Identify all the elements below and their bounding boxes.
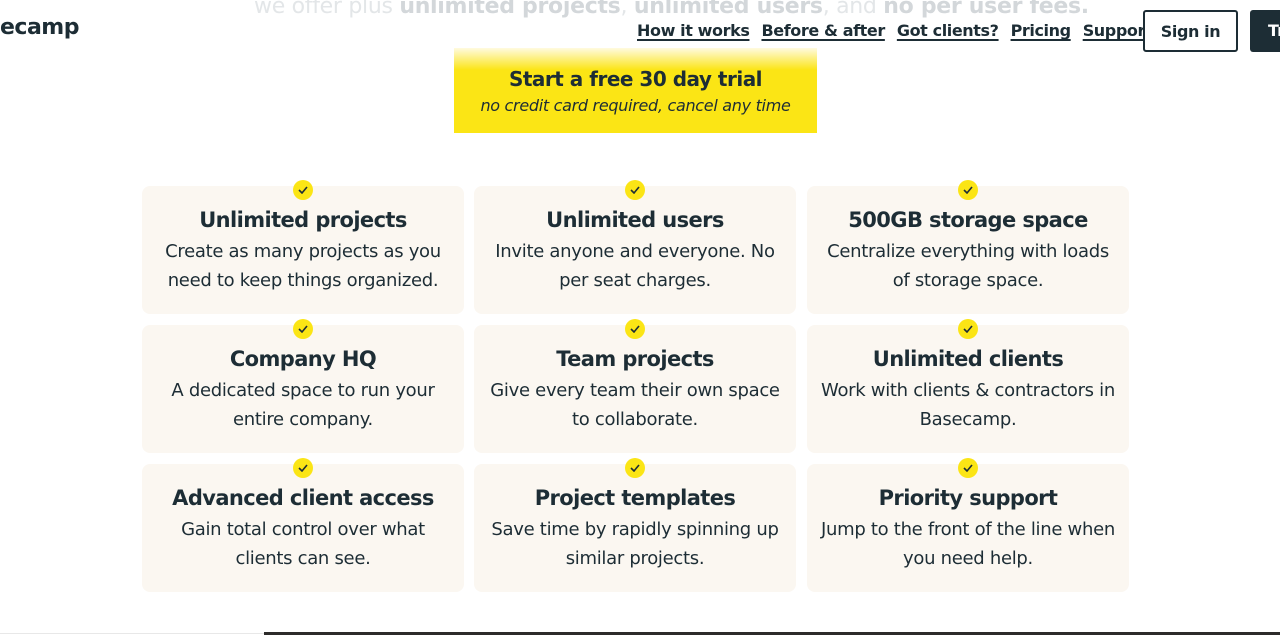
cta-subtitle: no credit card required, cancel any time <box>480 96 791 115</box>
feature-card: Unlimited projects Create as many projec… <box>142 180 464 314</box>
main-nav: How it works Before & after Got clients?… <box>637 21 1153 40</box>
nav-before-after[interactable]: Before & after <box>761 21 885 40</box>
feature-card: Advanced client access Gain total contro… <box>142 458 464 592</box>
check-icon <box>625 458 645 478</box>
try-button[interactable]: Try <box>1250 10 1280 52</box>
feature-title: Company HQ <box>229 347 377 371</box>
nav-how-it-works[interactable]: How it works <box>637 21 750 40</box>
nav-got-clients[interactable]: Got clients? <box>897 21 999 40</box>
feature-desc: A dedicated space to run your entire com… <box>171 380 435 430</box>
check-icon <box>625 180 645 200</box>
feature-title: Unlimited users <box>546 208 724 232</box>
feature-title: Project templates <box>534 486 736 510</box>
feature-title: Advanced client access <box>172 486 434 510</box>
feature-card: Team projects Give every team their own … <box>474 319 796 453</box>
divider <box>0 633 264 634</box>
feature-card: Company HQ A dedicated space to run your… <box>142 319 464 453</box>
cta-title: Start a free 30 day trial <box>508 67 763 91</box>
check-icon <box>625 319 645 339</box>
feature-desc: Save time by rapidly spinning up similar… <box>491 519 779 569</box>
nav-support[interactable]: Support <box>1083 21 1153 40</box>
check-icon <box>293 319 313 339</box>
sign-in-button[interactable]: Sign in <box>1143 10 1238 52</box>
feature-card: Project templates Save time by rapidly s… <box>474 458 796 592</box>
check-icon <box>293 180 313 200</box>
check-icon <box>293 458 313 478</box>
feature-card: Unlimited clients Work with clients & co… <box>807 319 1129 453</box>
feature-desc: Work with clients & contractors in Basec… <box>821 380 1115 430</box>
feature-title: 500GB storage space <box>848 208 1088 232</box>
feature-desc: Create as many projects as you need to k… <box>165 241 441 291</box>
feature-title: Team projects <box>556 347 714 371</box>
feature-card: Unlimited users Invite anyone and everyo… <box>474 180 796 314</box>
feature-desc: Invite anyone and everyone. No per seat … <box>495 241 775 291</box>
feature-title: Priority support <box>878 486 1058 510</box>
feature-desc: Centralize everything with loads of stor… <box>827 241 1109 291</box>
nav-pricing[interactable]: Pricing <box>1011 21 1072 40</box>
check-icon <box>958 319 978 339</box>
feature-desc: Gain total control over what clients can… <box>181 519 425 569</box>
check-icon <box>958 458 978 478</box>
free-trial-button[interactable]: Start a free 30 day trial no credit card… <box>454 48 817 133</box>
feature-card: Priority support Jump to the front of th… <box>807 458 1129 592</box>
feature-desc: Jump to the front of the line when you n… <box>821 519 1115 569</box>
logo[interactable]: ecamp <box>0 15 79 40</box>
feature-desc: Give every team their own space to colla… <box>490 380 780 430</box>
feature-title: Unlimited clients <box>872 347 1064 371</box>
check-icon <box>958 180 978 200</box>
feature-title: Unlimited projects <box>199 208 407 232</box>
feature-card: 500GB storage space Centralize everythin… <box>807 180 1129 314</box>
